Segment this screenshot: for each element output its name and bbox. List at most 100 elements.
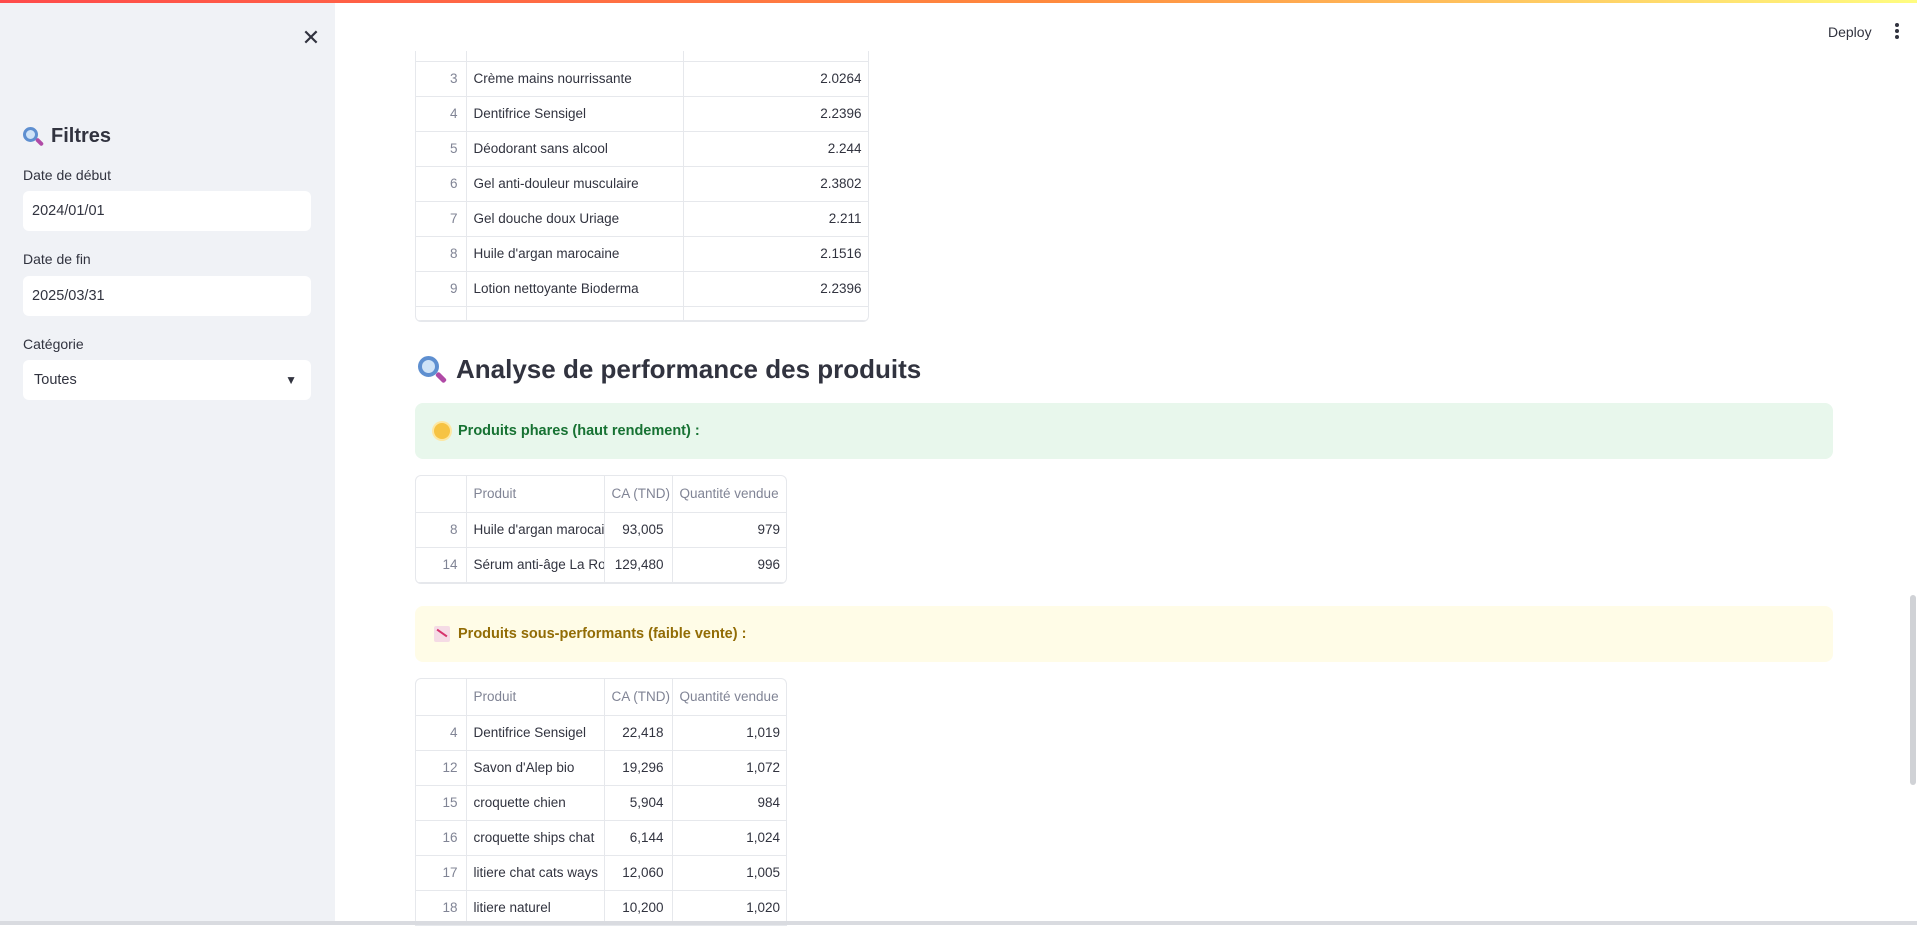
row-index: 4 [416, 715, 467, 751]
page-scrollbar[interactable] [1910, 595, 1916, 785]
start-date-label: Date de début [23, 167, 111, 183]
product-cell: litiere naturel [466, 890, 605, 926]
qty-cell: 984 [672, 785, 786, 821]
product-column-header[interactable]: Produit [466, 679, 605, 716]
qty-column-header[interactable]: Quantité vendue [672, 679, 786, 716]
row-index: 15 [416, 785, 467, 821]
ca-cell: 5,904 [604, 785, 673, 821]
value-cell: 2.211 [683, 201, 868, 237]
value-cell: 2.244 [683, 131, 868, 167]
index-header [416, 476, 467, 513]
row-index: 16 [416, 820, 467, 856]
row-index: 5 [416, 131, 467, 167]
qty-column-header[interactable]: Quantité vendue [672, 476, 786, 513]
value-cell: 2.0264 [683, 61, 868, 97]
table-row[interactable]: 6 Gel anti-douleur musculaire 2.3802 [416, 166, 868, 202]
start-date-input[interactable]: 2024/01/01 [23, 191, 311, 231]
section-title: Analyse de performance des produits [418, 354, 921, 385]
product-cell: Crème mains nourrissante [466, 61, 684, 97]
product-cell: Gel douche doux Uriage [466, 201, 684, 237]
product-cell: Dentifrice Sensigel [466, 96, 684, 132]
top-products-alert-text: Produits phares (haut rendement) : [458, 423, 700, 439]
more-menu-icon[interactable] [1893, 22, 1901, 40]
row-index: 12 [416, 750, 467, 786]
low-products-alert: Produits sous-performants (faible vente)… [415, 606, 1833, 662]
scores-table: 3 Crème mains nourrissante 2.0264 4 Dentifri… [415, 51, 869, 322]
ca-column-header[interactable]: CA (TND) [604, 476, 673, 513]
product-cell: Huile d'argan marocaine [466, 512, 605, 548]
product-cell: Huile d'argan marocaine [466, 236, 684, 272]
ca-cell: 6,144 [604, 820, 673, 856]
low-products-alert-text: Produits sous-performants (faible vente)… [458, 626, 747, 642]
qty-cell: 996 [672, 547, 786, 583]
qty-cell: 1,072 [672, 750, 786, 786]
table-row[interactable]: 18 litiere naturel 10,200 1,020 [416, 890, 786, 926]
top-products-table: Produit CA (TND) Quantité vendue 8 Huile … [415, 475, 787, 584]
table-row[interactable]: 16 croquette ships chat 6,144 1,024 [416, 820, 786, 856]
end-date-label: Date de fin [23, 251, 91, 267]
value-cell: 2.3802 [683, 166, 868, 202]
sidebar-title-text: Filtres [51, 125, 112, 147]
ca-column-header[interactable]: CA (TND) [604, 679, 673, 716]
table-row[interactable]: 5 Déodorant sans alcool 2.244 [416, 131, 868, 167]
ca-cell: 22,418 [604, 715, 673, 751]
table-row[interactable]: 8 Huile d'argan marocaine 2.1516 [416, 236, 868, 272]
top-products-alert: Produits phares (haut rendement) : [415, 403, 1833, 459]
row-index: 8 [416, 236, 467, 272]
value-cell: 2.2396 [683, 271, 868, 307]
product-cell: croquette chien [466, 785, 605, 821]
product-cell: Déodorant sans alcool [466, 131, 684, 167]
row-index: 9 [416, 271, 467, 307]
row-index: 18 [416, 890, 467, 926]
table-row[interactable]: 3 Crème mains nourrissante 2.0264 [416, 61, 868, 97]
product-cell: Lotion nettoyante Bioderma [466, 271, 684, 307]
qty-cell: 979 [672, 512, 786, 548]
sidebar-title: Filtres [23, 125, 111, 148]
row-index: 4 [416, 96, 467, 132]
section-title-text: Analyse de performance des produits [456, 354, 922, 384]
bottom-strip [0, 921, 1917, 925]
low-products-table: Produit CA (TND) Quantité vendue 4 Dentif… [415, 678, 787, 926]
row-index: 14 [416, 547, 467, 583]
table-row[interactable]: 17 litiere chat cats ways 12,060 1,005 [416, 855, 786, 891]
product-cell: croquette ships chat [466, 820, 605, 856]
value-cell: 2.1516 [683, 236, 868, 272]
ca-cell: 12,060 [604, 855, 673, 891]
qty-cell: 1,005 [672, 855, 786, 891]
qty-cell: 1,020 [672, 890, 786, 926]
sun-icon [434, 423, 450, 439]
qty-cell: 1,024 [672, 820, 786, 856]
close-sidebar-button[interactable]: ✕ [298, 25, 324, 51]
chart-decreasing-icon [434, 626, 450, 642]
magnifier-icon [418, 355, 448, 384]
row-index: 3 [416, 61, 467, 97]
table-row[interactable]: 12 Savon d'Alep bio 19,296 1,072 [416, 750, 786, 786]
table-row[interactable]: 14Sérum anti-âge La Roche-Posay129,48099… [416, 547, 786, 583]
category-select[interactable]: Toutes ▼ [23, 360, 311, 400]
product-column-header[interactable]: Produit [466, 476, 605, 513]
product-cell: Savon d'Alep bio [466, 750, 605, 786]
magnifier-icon [23, 126, 45, 147]
table-row[interactable]: 7 Gel douche doux Uriage 2.211 [416, 201, 868, 237]
value-cell: 2.2396 [683, 96, 868, 132]
chevron-down-icon: ▼ [285, 373, 297, 387]
ca-cell: 10,200 [604, 890, 673, 926]
ca-cell: 129,480 [604, 547, 673, 583]
table-row[interactable]: 4 Dentifrice Sensigel 22,418 1,019 [416, 715, 786, 751]
row-index: 17 [416, 855, 467, 891]
table-row[interactable]: 4 Dentifrice Sensigel 2.2396 [416, 96, 868, 132]
sidebar: ✕ Filtres Date de début 2024/01/01 Date … [0, 3, 335, 925]
table-row[interactable]: 9 Lotion nettoyante Bioderma 2.2396 [416, 271, 868, 307]
end-date-input[interactable]: 2025/03/31 [23, 276, 311, 316]
row-index: 6 [416, 166, 467, 202]
row-index: 7 [416, 201, 467, 237]
product-cell: Sérum anti-âge La Roche-Posay [466, 547, 605, 583]
product-cell: Dentifrice Sensigel [466, 715, 605, 751]
qty-cell: 1,019 [672, 715, 786, 751]
table-row[interactable]: 8Huile d'argan marocaine93,005979 [416, 512, 786, 548]
category-label: Catégorie [23, 336, 84, 352]
ca-cell: 93,005 [604, 512, 673, 548]
deploy-button[interactable]: Deploy [1828, 24, 1872, 40]
table-row[interactable]: 15 croquette chien 5,904 984 [416, 785, 786, 821]
index-header [416, 679, 467, 716]
